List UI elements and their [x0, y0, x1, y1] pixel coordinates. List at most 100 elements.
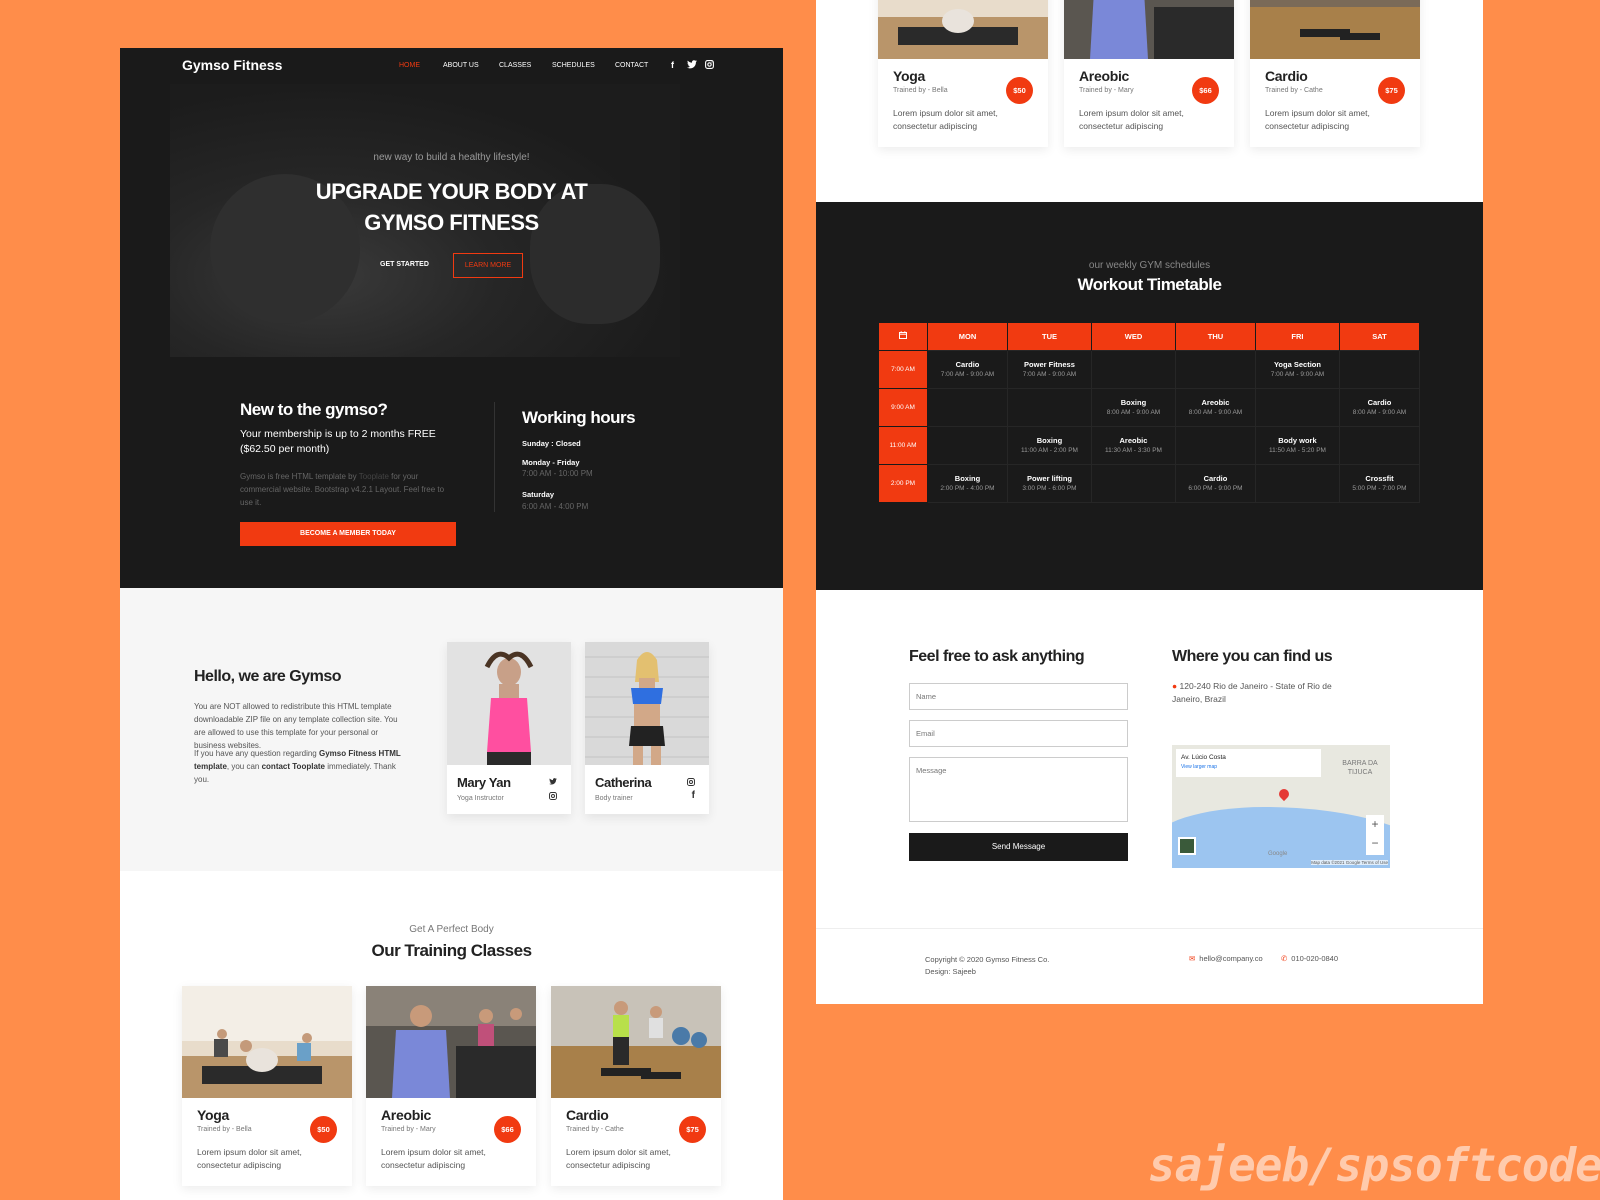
event-time: 7:00 AM - 9:00 AM [1022, 371, 1077, 378]
instagram-icon[interactable] [549, 792, 557, 802]
trainer-name: Mary Yan [457, 775, 511, 790]
message-textarea[interactable]: Message [909, 757, 1128, 822]
event-name: Cardio [1367, 398, 1392, 407]
map-place-name: Av. Lúcio Costa [1181, 754, 1226, 761]
event-time: 8:00 AM - 9:00 AM [1106, 409, 1161, 416]
tooplate-link[interactable]: Tooplate [359, 472, 389, 481]
hours-weekday-label: Monday - Friday [522, 458, 580, 467]
class-card[interactable]: Areobic Trained by - Mary $66 Lorem ipsu… [366, 986, 536, 1186]
map-water [1172, 807, 1390, 868]
twitter-icon[interactable] [687, 60, 697, 71]
timetable-row: 7:00 AM Cardio 7:00 AM - 9:00 AM Power Fitn… [878, 349, 1421, 389]
get-started-button[interactable]: GET STARTED [380, 261, 429, 268]
contact-form-title: Feel free to ask anything [909, 648, 1085, 665]
nav-about[interactable]: ABOUT US [443, 62, 479, 69]
classes-title: Our Training Classes [371, 941, 532, 960]
find-us-title: Where you can find us [1172, 648, 1333, 665]
hero-section: Gymso Fitness HOME ABOUT US CLASSES SCHE… [120, 48, 783, 357]
google-logo: Google [1268, 851, 1288, 857]
send-message-button[interactable]: Send Message [909, 833, 1128, 861]
class-price-badge: $50 [1006, 77, 1033, 104]
timetable-empty-cell [927, 387, 1008, 427]
timetable-empty-cell [1090, 463, 1176, 503]
hours-sunday: Sunday : Closed [522, 439, 581, 448]
timetable-event: Body work 11:50 AM - 5:20 PM [1254, 425, 1340, 465]
instagram-icon[interactable] [705, 60, 714, 71]
nav-contact[interactable]: CONTACT [615, 62, 648, 69]
become-member-button[interactable]: BECOME A MEMBER TODAY [240, 522, 456, 546]
class-description: Lorem ipsum dolor sit amet, consectetur … [1079, 108, 1184, 131]
map-zoom-control[interactable]: + − [1366, 815, 1384, 855]
class-name: Cardio [566, 1107, 609, 1123]
trainer-role: Body trainer [595, 795, 633, 802]
class-card[interactable]: Cardio Trained by - Cathe $75 Lorem ipsu… [551, 986, 721, 1186]
instagram-icon[interactable] [687, 778, 695, 788]
contact-tooplate-link[interactable]: contact Tooplate [262, 762, 325, 771]
membership-description: Gymso is free HTML template by Tooplate … [240, 472, 445, 507]
event-time: 11:00 AM - 2:00 PM [1021, 447, 1078, 454]
class-trainer: Trained by - Bella [893, 87, 948, 94]
trainer-card: Catherina Body trainer f [585, 642, 709, 814]
brand-logo[interactable]: Gymso Fitness [182, 57, 282, 73]
class-image-areobic [366, 986, 536, 1098]
event-name: Areobic [1119, 436, 1148, 445]
nav-home[interactable]: HOME [399, 62, 420, 69]
learn-more-button[interactable]: LEARN MORE [453, 253, 523, 278]
facebook-icon[interactable]: f [671, 60, 674, 70]
name-input[interactable]: Name [909, 683, 1128, 710]
class-card[interactable]: Cardio Trained by - Cathe $75 Lorem ipsu… [1250, 0, 1420, 147]
timetable-table: MON TUE WED THU FRI SAT 7:00 AM Cardio 7:0… [878, 323, 1421, 503]
day-header: FRI [1255, 323, 1340, 350]
calendar-icon [878, 323, 928, 350]
timetable-event: Power Fitness 7:00 AM - 9:00 AM [1006, 349, 1092, 389]
class-price-badge: $75 [1378, 77, 1405, 104]
view-larger-map-link[interactable]: View larger map [1181, 764, 1316, 770]
timetable-empty-cell [1338, 425, 1421, 465]
timetable-header-row: MON TUE WED THU FRI SAT [878, 323, 1421, 350]
landing-page-bottom: Yoga Trained by - Bella $50 Lorem ipsum … [816, 0, 1483, 1004]
timeslot-label: 11:00 AM [878, 425, 928, 465]
email-input[interactable]: Email [909, 720, 1128, 747]
event-time: 5:00 PM - 7:00 PM [1352, 485, 1407, 492]
hours-saturday-label: Saturday [522, 490, 555, 499]
class-card[interactable]: Areobic Trained by - Mary $66 Lorem ipsu… [1064, 0, 1234, 147]
twitter-icon[interactable] [549, 778, 557, 787]
timetable-event: Areobic 8:00 AM - 9:00 AM [1174, 387, 1256, 427]
timetable-event: Cardio 8:00 AM - 9:00 AM [1338, 387, 1421, 427]
contact-section: Feel free to ask anything Name Email Mes… [816, 590, 1483, 928]
about-section: Hello, we are Gymso You are NOT allowed … [120, 588, 783, 871]
timetable-subtitle: our weekly GYM schedules [1088, 260, 1211, 271]
class-trainer: Trained by - Mary [381, 1126, 436, 1133]
event-time: 7:00 AM - 9:00 AM [1270, 371, 1325, 378]
footer-email[interactable]: ✉ hello@company.co [1189, 954, 1263, 963]
class-description: Lorem ipsum dolor sit amet, consectetur … [197, 1147, 302, 1170]
day-header: THU [1175, 323, 1256, 350]
class-name: Areobic [1079, 68, 1130, 84]
hero-title-line2: GYMSO FITNESS [364, 210, 539, 235]
nav-classes[interactable]: CLASSES [499, 62, 531, 69]
zoom-in-icon[interactable]: + [1366, 815, 1384, 834]
timetable-row: 9:00 AM Boxing 8:00 AM - 9:00 AM Areobic 8:0… [878, 387, 1421, 427]
map-embed[interactable]: Av. Lúcio Costa View larger map BARRA DA… [1172, 745, 1390, 868]
class-card[interactable]: Yoga Trained by - Bella $50 Lorem ipsum … [878, 0, 1048, 147]
nav-schedules[interactable]: SCHEDULES [552, 62, 595, 69]
timeslot-label: 7:00 AM [878, 349, 928, 389]
about-paragraph-2: If you have any question regarding Gymso… [194, 749, 401, 784]
landing-page-top: Gymso Fitness HOME ABOUT US CLASSES SCHE… [120, 48, 783, 1200]
location-pin-icon: ● [1172, 681, 1178, 691]
satellite-toggle[interactable] [1178, 837, 1196, 855]
timetable-empty-cell [1254, 463, 1340, 503]
timetable-title: Workout Timetable [1077, 275, 1222, 294]
map-region-label: BARRA DA TIJUCA [1342, 760, 1378, 776]
timetable-empty-cell [1254, 387, 1340, 427]
membership-subtitle: Your membership is up to 2 months FREE (… [240, 428, 436, 455]
event-time: 8:00 AM - 9:00 AM [1188, 409, 1243, 416]
facebook-icon[interactable]: f [692, 790, 695, 801]
footer-phone[interactable]: ✆ 010-020-0840 [1281, 954, 1338, 963]
timetable-empty-cell [927, 425, 1008, 465]
zoom-out-icon[interactable]: − [1366, 834, 1384, 853]
membership-section: New to the gymso? Your membership is up … [120, 357, 783, 588]
class-card[interactable]: Yoga Trained by - Bella $50 Lorem ipsum … [182, 986, 352, 1186]
class-name: Yoga [197, 1107, 229, 1123]
hero-tagline: new way to build a healthy lifestyle! [373, 152, 530, 163]
